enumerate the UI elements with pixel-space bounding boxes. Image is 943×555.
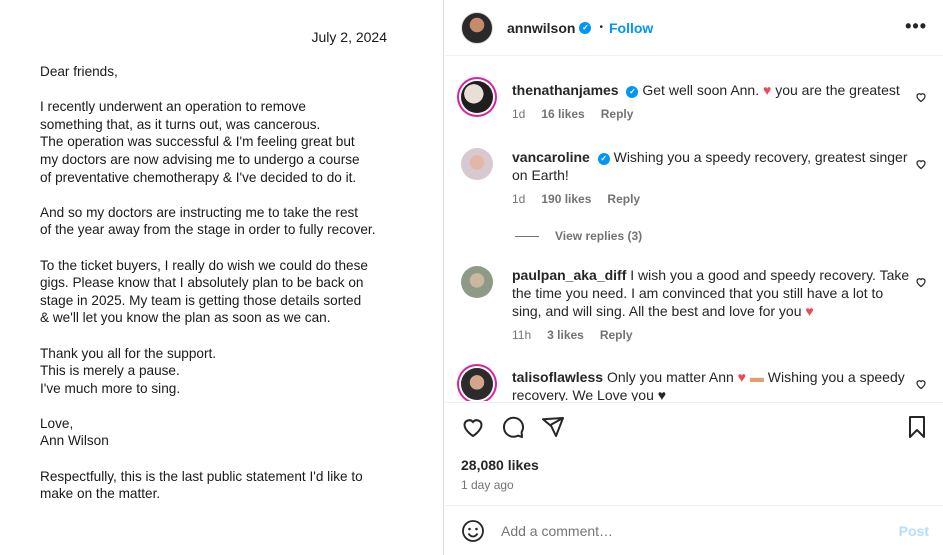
save-button[interactable] [905,415,929,444]
letter-image: July 2, 2024 Dear friends, I recently un… [0,0,444,555]
red-heart-emoji: ♥ [737,369,746,385]
comment-age: 1d [512,192,526,206]
heart-icon[interactable] [915,91,927,103]
post-timestamp[interactable]: 1 day ago [461,478,514,492]
post-author-username[interactable]: annwilson [507,20,575,36]
avatar[interactable] [461,148,493,180]
red-heart-emoji: ♥ [805,303,814,319]
post-header: annwilson ✓ • Follow ••• [445,0,943,56]
reply-button[interactable]: Reply [607,190,640,208]
comment-likes[interactable]: 190 likes [541,190,591,208]
letter-paragraph: Love, Ann Wilson [40,415,109,449]
post-actions: 28,080 likes 1 day ago [445,402,943,505]
reply-button[interactable]: Reply [600,326,633,344]
verified-badge-icon: ✓ [626,86,639,98]
divider [515,235,539,237]
comments-list: thenathanjames ✓ Get well soon Ann. ♥ yo… [445,57,943,401]
post-panel: annwilson ✓ • Follow ••• thenathanjames … [445,0,943,555]
red-heart-emoji: ♥ [763,82,772,98]
likes-count[interactable]: 28,080 likes [461,457,539,473]
verified-badge-icon: ✓ [579,21,592,34]
comment-username[interactable]: talisoflawless [512,369,603,385]
separator-dot: • [599,22,603,33]
emoji-icon[interactable] [461,519,485,543]
comment-icon[interactable] [501,415,525,439]
avatar[interactable] [461,266,493,298]
more-options-icon[interactable]: ••• [905,17,927,35]
comment-likes[interactable]: 3 likes [547,326,584,344]
post-button[interactable]: Post [899,523,929,539]
comment-text: you are the greatest [775,82,900,98]
letter-paragraph: Dear friends, [40,64,118,79]
view-replies-label: View replies (3) [555,229,643,243]
heart-icon[interactable] [915,158,927,170]
follow-button[interactable]: Follow [609,20,653,36]
comment-meta: 1d 190 likes Reply [512,190,912,208]
heart-icon[interactable] [461,415,485,439]
comment-meta: 11h 3 likes Reply [512,326,912,344]
letter-paragraph: Thank you all for the support. This is m… [40,345,217,396]
verified-badge-icon: ✓ [597,153,610,165]
avatar[interactable] [461,81,493,113]
avatar[interactable] [461,11,493,44]
letter-paragraph: I recently underwent an operation to rem… [40,99,360,185]
comment-username[interactable]: vancaroline [512,149,590,165]
letter-body: Dear friends, I recently underwent an op… [40,63,420,520]
letter-paragraph: Respectfully, this is the last public st… [40,468,363,502]
comment-username[interactable]: thenathanjames [512,82,619,98]
letter-paragraph: And so my doctors are instructing me to … [40,204,376,238]
comment-input[interactable] [501,522,891,539]
heart-icon[interactable] [915,378,927,390]
comment-username[interactable]: paulpan_aka_diff [512,267,626,283]
comment-text: Get well soon Ann. [642,82,760,98]
comment-age: 11h [512,328,532,342]
bandage-emoji: ▬ [749,369,764,385]
comment-text: Only you matter Ann [606,369,734,385]
comment-likes[interactable]: 16 likes [541,105,584,123]
action-bar [461,415,565,439]
heart-icon[interactable] [915,276,927,288]
bookmark-icon[interactable] [905,415,929,439]
comment-meta: 1d 16 likes Reply [512,105,912,123]
send-icon[interactable] [541,415,565,439]
view-replies-button[interactable]: View replies (3) [515,229,642,243]
reply-button[interactable]: Reply [601,105,634,123]
avatar[interactable] [461,368,493,400]
letter-date: July 2, 2024 [311,29,388,45]
letter-paragraph: To the ticket buyers, I really do wish w… [40,257,368,326]
comment-age: 1d [512,107,526,121]
comment-composer: Post [445,505,943,555]
